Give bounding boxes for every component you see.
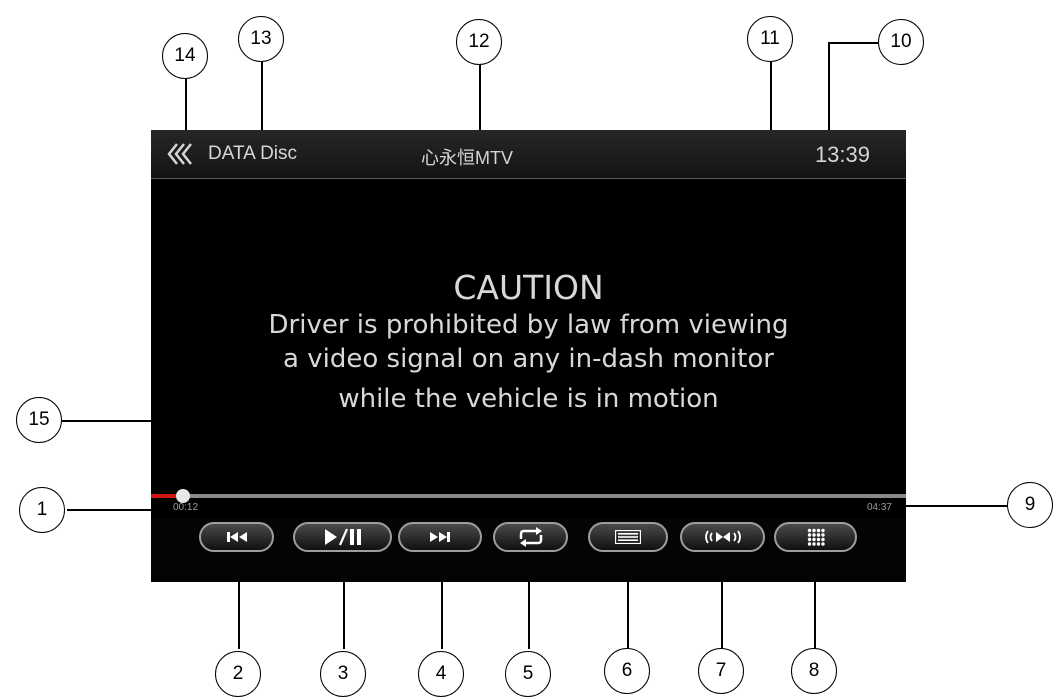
audio-channel-button[interactable] xyxy=(680,522,765,552)
caution-line-3: while the vehicle is in motion xyxy=(338,384,719,414)
callout-7: 7 xyxy=(698,648,744,694)
back-chevrons-icon[interactable] xyxy=(165,140,197,168)
callout-14: 14 xyxy=(162,33,208,79)
callout-4: 4 xyxy=(418,651,464,697)
leader-line-10b xyxy=(828,42,830,132)
callout-8: 8 xyxy=(791,648,837,694)
leader-line-9 xyxy=(905,505,1007,507)
leader-line-1 xyxy=(67,509,155,511)
source-label: DATA Disc xyxy=(208,143,298,164)
caution-line-1: Driver is prohibited by law from viewing xyxy=(268,310,789,340)
leader-line-13 xyxy=(261,62,263,132)
callout-9: 9 xyxy=(1007,482,1053,528)
leader-line-10a xyxy=(828,42,878,44)
callout-2: 2 xyxy=(215,651,261,697)
next-track-button[interactable] xyxy=(398,522,482,552)
grid-icon xyxy=(807,528,825,546)
playlist-button[interactable] xyxy=(588,522,668,552)
play-pause-icon xyxy=(324,528,361,546)
caution-line-2: a video signal on any in-dash monitor xyxy=(283,344,774,374)
leader-line-14 xyxy=(185,79,187,132)
callout-10: 10 xyxy=(878,19,924,65)
clock: 13:39 xyxy=(814,142,870,167)
leader-line-12 xyxy=(479,65,481,132)
caution-message: CAUTION Driver is prohibited by law from… xyxy=(151,268,906,416)
callout-15: 15 xyxy=(16,397,62,443)
play-pause-button[interactable] xyxy=(293,522,392,552)
leader-line-11 xyxy=(770,62,772,132)
broadcast-icon xyxy=(704,530,741,544)
elapsed-time: 00:12 xyxy=(173,502,199,513)
progress-bar[interactable] xyxy=(151,489,906,503)
callout-3: 3 xyxy=(320,651,366,697)
repeat-button[interactable] xyxy=(493,522,568,552)
control-bar xyxy=(151,518,906,582)
repeat-icon xyxy=(519,527,542,547)
previous-track-button[interactable] xyxy=(199,522,274,552)
progress-knob[interactable] xyxy=(176,489,191,503)
callout-13: 13 xyxy=(238,16,284,62)
skip-next-icon xyxy=(430,532,450,542)
menu-grid-button[interactable] xyxy=(774,522,857,552)
track-title: 心永恒MTV xyxy=(421,148,513,168)
total-time: 04:37 xyxy=(866,502,892,513)
skip-previous-icon xyxy=(226,532,247,542)
list-icon xyxy=(615,530,641,544)
caution-title: CAUTION xyxy=(453,268,604,307)
callout-12: 12 xyxy=(456,19,502,65)
callout-11: 11 xyxy=(747,16,793,62)
callout-5: 5 xyxy=(505,651,551,697)
media-player-screen: DATA Disc 心永恒MTV 13:39 CAUTION Driver is… xyxy=(151,130,906,582)
callout-6: 6 xyxy=(604,648,650,694)
status-bar: DATA Disc 心永恒MTV 13:39 xyxy=(151,130,906,179)
callout-1: 1 xyxy=(19,487,65,533)
